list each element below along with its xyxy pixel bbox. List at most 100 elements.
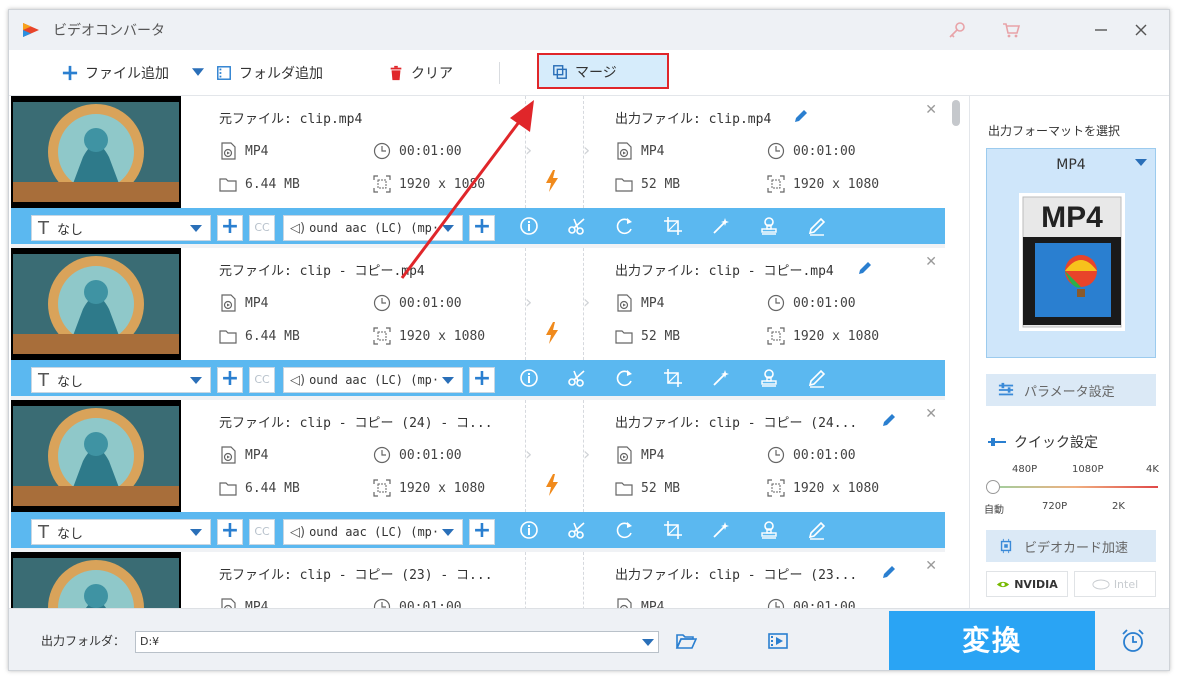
subtitle-select[interactable]: T なし xyxy=(31,215,211,241)
close-window-button[interactable] xyxy=(1129,18,1153,42)
edit-sign-icon[interactable] xyxy=(807,520,827,540)
magic-wand-icon[interactable] xyxy=(711,216,731,236)
item-edit-bar: T なし + CC ◁) ound aac (LC) (mp· + xyxy=(11,208,945,244)
nvidia-toggle[interactable]: NVIDIA xyxy=(986,571,1068,597)
magic-wand-icon[interactable] xyxy=(711,520,731,540)
scissors-icon[interactable] xyxy=(567,216,587,236)
add-file-button[interactable]: ファイル追加 xyxy=(61,63,169,83)
alarm-clock-icon[interactable] xyxy=(1119,627,1147,655)
merge-button[interactable]: マージ xyxy=(537,53,669,89)
output-format-selector[interactable]: MP4 MP4 xyxy=(986,148,1156,358)
add-audio-button[interactable]: + xyxy=(469,519,495,545)
crop-icon[interactable] xyxy=(663,368,683,388)
add-dropdown-button[interactable] xyxy=(189,63,207,81)
add-subtitle-button[interactable]: + xyxy=(217,367,243,393)
subtitle-select[interactable]: T なし xyxy=(31,367,211,393)
list-scrollbar[interactable] xyxy=(947,96,967,608)
audio-select[interactable]: ◁) ound aac (LC) (mp· xyxy=(283,367,463,393)
edit-pencil-icon[interactable] xyxy=(881,564,897,580)
sliders-icon xyxy=(998,382,1014,396)
quality-slider-track[interactable] xyxy=(992,486,1158,488)
video-file-icon xyxy=(617,446,632,464)
stamp-icon[interactable] xyxy=(759,520,779,540)
src-size-value: 6.44 MB xyxy=(245,176,300,192)
close-icon[interactable]: ✕ xyxy=(925,406,937,422)
output-folder-field[interactable]: D:¥ xyxy=(135,631,659,653)
info-icon[interactable] xyxy=(519,520,539,540)
video-thumbnail[interactable] xyxy=(11,552,181,608)
quality-slider-knob[interactable] xyxy=(986,480,1000,494)
crop-icon[interactable] xyxy=(663,216,683,236)
rotate-icon[interactable] xyxy=(615,216,635,236)
video-thumbnail[interactable] xyxy=(11,248,181,360)
list-item: 元ファイル: clip - コピー (24) - コ... MP4 00:01:… xyxy=(11,400,945,548)
video-thumbnail[interactable] xyxy=(11,96,181,208)
video-folder-icon[interactable] xyxy=(767,631,789,651)
list-item: 元ファイル: clip - コピー.mp4 MP4 00:01:00 6.44 … xyxy=(11,248,945,396)
output-file-name: 出力ファイル: clip - コピー (23... xyxy=(615,568,858,583)
close-icon[interactable]: ✕ xyxy=(925,558,937,574)
add-subtitle-button[interactable]: + xyxy=(217,519,243,545)
add-subtitle-button[interactable]: + xyxy=(217,215,243,241)
audio-value: ound aac (LC) (mp· xyxy=(309,221,440,235)
clear-button[interactable]: クリア xyxy=(387,63,453,83)
crop-icon[interactable] xyxy=(663,520,683,540)
app-logo-icon xyxy=(23,23,39,37)
chevron-right-icon: › xyxy=(525,444,533,465)
src-duration: 00:01:00 xyxy=(373,446,462,464)
info-icon[interactable] xyxy=(519,216,539,236)
gpu-acceleration-button[interactable]: ビデオカード加速 xyxy=(986,530,1156,562)
edit-sign-icon[interactable] xyxy=(807,368,827,388)
close-icon[interactable]: ✕ xyxy=(925,102,937,118)
key-icon[interactable] xyxy=(947,20,967,40)
minimize-button[interactable] xyxy=(1089,18,1113,42)
scrollbar-thumb[interactable] xyxy=(952,100,960,126)
edit-pencil-icon[interactable] xyxy=(881,412,897,428)
output-folder-label: 出力フォルダ： xyxy=(41,634,126,648)
stamp-icon[interactable] xyxy=(759,216,779,236)
convert-button[interactable]: 変換 xyxy=(889,611,1095,670)
chevron-down-icon xyxy=(1135,159,1147,166)
edit-pencil-icon[interactable] xyxy=(793,108,809,124)
out-duration: 00:01:00 xyxy=(767,142,856,160)
video-file-icon xyxy=(221,598,236,608)
open-folder-icon[interactable] xyxy=(675,631,697,651)
src-format-value: MP4 xyxy=(245,143,269,159)
cc-icon[interactable]: CC xyxy=(249,367,275,393)
subtitle-select[interactable]: T なし xyxy=(31,519,211,545)
out-size-value: 52 MB xyxy=(641,176,681,192)
close-icon[interactable]: ✕ xyxy=(925,254,937,270)
scissors-icon[interactable] xyxy=(567,368,587,388)
add-audio-button[interactable]: + xyxy=(469,367,495,393)
edit-pencil-icon[interactable] xyxy=(857,260,873,276)
rotate-icon[interactable] xyxy=(615,520,635,540)
resolution-icon xyxy=(767,175,785,193)
src-resolution-value: 1920 x 1080 xyxy=(399,480,486,496)
cc-icon[interactable]: CC xyxy=(249,215,275,241)
magic-wand-icon[interactable] xyxy=(711,368,731,388)
output-file-name: 出力ファイル: clip - コピー (24... xyxy=(615,416,858,431)
parameter-settings-button[interactable]: パラメータ設定 xyxy=(986,374,1156,406)
video-thumbnail[interactable] xyxy=(11,400,181,512)
cc-icon[interactable]: CC xyxy=(249,519,275,545)
out-duration-value: 00:01:00 xyxy=(793,447,856,463)
chevron-right-icon: › xyxy=(525,292,533,313)
add-folder-button[interactable]: フォルダ追加 xyxy=(215,63,323,83)
audio-select[interactable]: ◁) ound aac (LC) (mp· xyxy=(283,215,463,241)
edit-sign-icon[interactable] xyxy=(807,216,827,236)
text-t-icon: T xyxy=(38,217,49,239)
bottom-bar: 出力フォルダ： D:¥ 変換 xyxy=(9,608,1169,670)
stamp-icon[interactable] xyxy=(759,368,779,388)
cart-icon[interactable] xyxy=(1001,20,1021,40)
info-icon[interactable] xyxy=(519,368,539,388)
rotate-icon[interactable] xyxy=(615,368,635,388)
scissors-icon[interactable] xyxy=(567,520,587,540)
chevron-down-icon xyxy=(442,225,454,232)
file-list: 元ファイル: clip.mp4 MP4 00:01:00 6.44 MB 192… xyxy=(11,96,945,608)
intel-toggle[interactable]: Intel xyxy=(1074,571,1156,597)
add-file-label: ファイル追加 xyxy=(85,66,169,82)
lightning-icon xyxy=(546,474,558,496)
add-audio-button[interactable]: + xyxy=(469,215,495,241)
out-resolution: 1920 x 1080 xyxy=(767,327,879,345)
audio-select[interactable]: ◁) ound aac (LC) (mp· xyxy=(283,519,463,545)
